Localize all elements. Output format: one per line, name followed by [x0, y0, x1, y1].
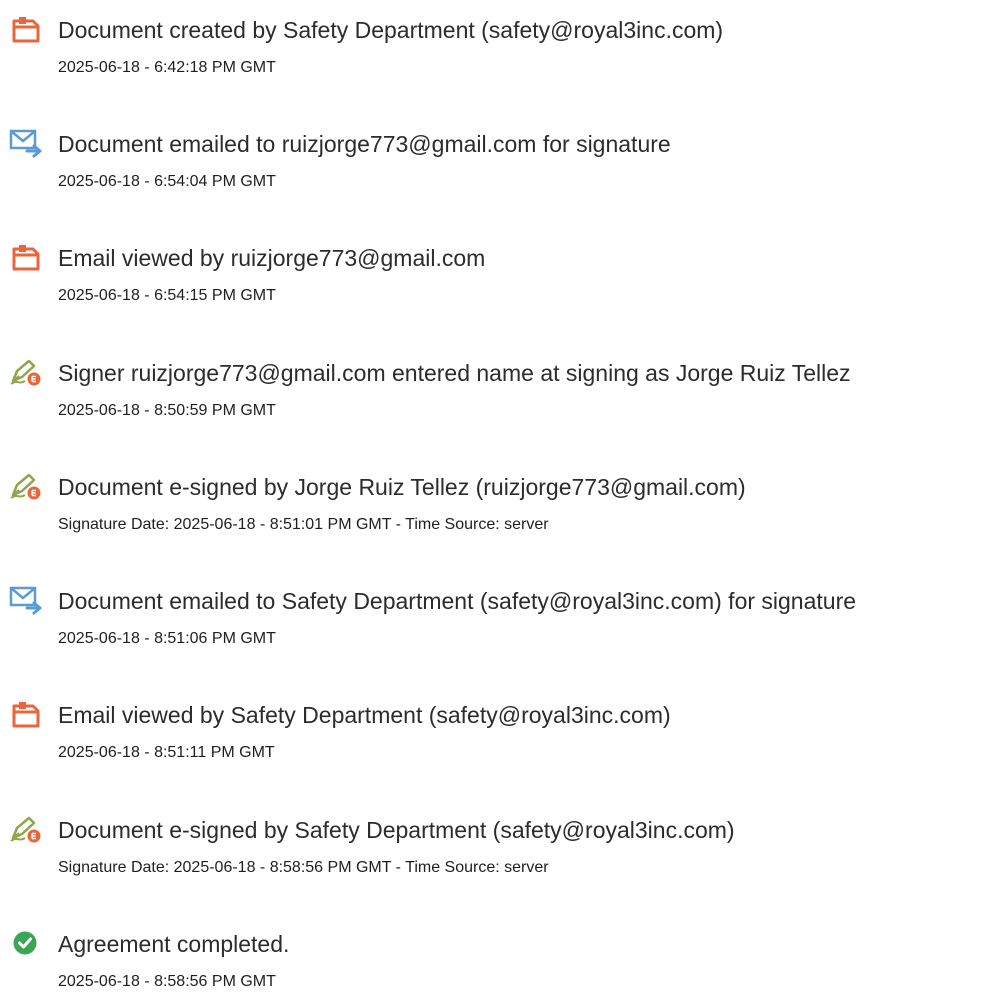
history-event: Document e-signed by Safety Department (… [0, 814, 983, 894]
event-timestamp: 2025-06-18 - 8:58:56 PM GMT [58, 973, 276, 990]
check-circle-icon [9, 928, 43, 958]
esign-pen-icon [9, 471, 43, 501]
document-icon [9, 699, 43, 729]
event-timestamp: 2025-06-18 - 8:51:11 PM GMT [58, 744, 275, 761]
history-event: Document created by Safety Department (s… [0, 14, 983, 94]
history-event: Signer ruizjorge773@gmail.com entered na… [0, 357, 983, 437]
event-signature-date: Signature Date: 2025-06-18 - 8:58:56 PM … [58, 859, 549, 876]
event-title: Document emailed to Safety Department (s… [58, 588, 857, 614]
esign-pen-icon [9, 357, 43, 387]
event-signature-date: Signature Date: 2025-06-18 - 8:51:01 PM … [58, 516, 549, 533]
event-timestamp: 2025-06-18 - 8:50:59 PM GMT [58, 402, 276, 419]
email-sent-icon [9, 585, 43, 615]
event-timestamp: 2025-06-18 - 6:54:04 PM GMT [58, 173, 276, 190]
history-event: Agreement completed. 2025-06-18 - 8:58:5… [0, 928, 983, 1008]
event-title: Email viewed by Safety Department (safet… [58, 702, 671, 728]
event-title: Email viewed by ruizjorge773@gmail.com [58, 245, 486, 271]
event-timestamp: 2025-06-18 - 8:51:06 PM GMT [58, 630, 276, 647]
esign-pen-icon [9, 814, 43, 844]
event-title: Document e-signed by Jorge Ruiz Tellez (… [58, 474, 746, 500]
document-icon [9, 14, 43, 44]
event-timestamp: 2025-06-18 - 6:54:15 PM GMT [58, 287, 276, 304]
event-title: Agreement completed. [58, 931, 290, 957]
document-icon [9, 242, 43, 272]
event-title: Document emailed to ruizjorge773@gmail.c… [58, 131, 671, 157]
history-event: Document emailed to ruizjorge773@gmail.c… [0, 128, 983, 208]
history-event: Document e-signed by Jorge Ruiz Tellez (… [0, 471, 983, 551]
history-event: Email viewed by ruizjorge773@gmail.com 2… [0, 242, 983, 322]
history-event: Email viewed by Safety Department (safet… [0, 699, 983, 779]
event-timestamp: 2025-06-18 - 6:42:18 PM GMT [58, 59, 276, 76]
event-title: Document created by Safety Department (s… [58, 17, 724, 43]
event-title: Document e-signed by Safety Department (… [58, 817, 735, 843]
event-title: Signer ruizjorge773@gmail.com entered na… [58, 360, 851, 386]
email-sent-icon [9, 128, 43, 158]
history-event: Document emailed to Safety Department (s… [0, 585, 983, 665]
